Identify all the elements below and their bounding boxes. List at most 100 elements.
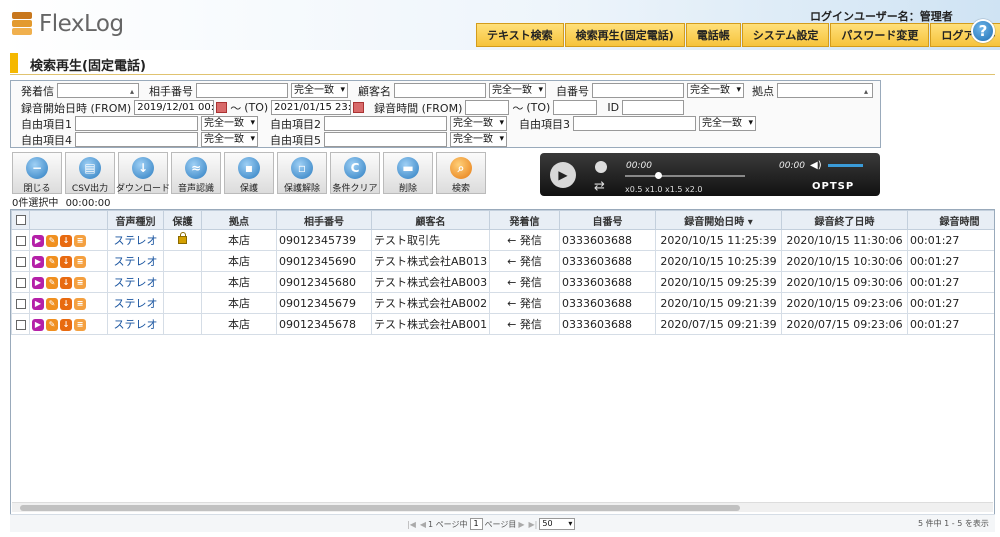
download-icon[interactable]: ↓: [60, 276, 72, 289]
nav-search-playback[interactable]: 検索再生(固定電話): [564, 23, 685, 47]
memo-icon[interactable]: ≡: [74, 234, 86, 247]
free4-match-select[interactable]: 完全一致: [201, 132, 258, 147]
first-page-icon[interactable]: |◀: [407, 520, 416, 529]
free5-input[interactable]: [324, 132, 447, 147]
col-header[interactable]: 自番号: [559, 210, 656, 230]
col-header[interactable]: 相手番号: [276, 210, 372, 230]
seek-bar[interactable]: [625, 175, 745, 177]
speed-options[interactable]: x0.5 x1.0 x1.5 x2.0: [625, 185, 702, 194]
free2-match-select[interactable]: 完全一致: [450, 116, 507, 131]
search-button[interactable]: ⌕ 検索: [436, 152, 486, 194]
table-row[interactable]: ▶ ✎ ↓ ≡ ステレオ 本店 09012345679 テスト株式会社AB002 ← 発信 033…: [11, 292, 994, 314]
duration-from-input[interactable]: [465, 100, 510, 115]
audio-type[interactable]: ステレオ: [107, 271, 164, 293]
help-icon[interactable]: ?: [971, 19, 995, 43]
close-button[interactable]: − 閉じる: [12, 152, 62, 194]
col-header[interactable]: 録音時間: [907, 210, 994, 230]
download-icon[interactable]: ↓: [60, 234, 72, 247]
nav-text-search[interactable]: テキスト検索: [476, 23, 564, 47]
stop-icon[interactable]: [595, 161, 607, 173]
col-header[interactable]: 拠点: [201, 210, 277, 230]
free2-input[interactable]: [324, 116, 447, 131]
caller-select[interactable]: [57, 83, 139, 98]
protect-button[interactable]: ▪ 保護: [224, 152, 274, 194]
last-page-icon[interactable]: ▶|: [529, 520, 538, 529]
nav-change-password[interactable]: パスワード変更: [830, 23, 930, 47]
play-icon[interactable]: ▶: [550, 162, 576, 188]
row-checkbox[interactable]: [11, 229, 30, 251]
table-row[interactable]: ▶ ✎ ↓ ≡ ステレオ 本店 09012345680 テスト株式会社AB003 ← 発信 033…: [11, 271, 994, 293]
table-row[interactable]: ▶ ✎ ↓ ≡ ステレオ 本店 09012345690 テスト株式会社AB013 ← 発信 033…: [11, 250, 994, 272]
download-icon[interactable]: ↓: [60, 297, 72, 310]
partner-input[interactable]: [196, 83, 288, 98]
play-icon[interactable]: ▶: [32, 276, 44, 289]
seek-handle[interactable]: [655, 172, 662, 179]
partner-match-select[interactable]: 完全一致: [291, 83, 348, 98]
prev-page-icon[interactable]: ◀: [420, 520, 426, 529]
free1-match-select[interactable]: 完全一致: [201, 116, 258, 131]
memo-icon[interactable]: ≡: [74, 276, 86, 289]
calendar-icon[interactable]: [216, 102, 228, 113]
play-icon[interactable]: ▶: [32, 234, 44, 247]
customer-match-select[interactable]: 完全一致: [489, 83, 546, 98]
per-page-select[interactable]: 50: [539, 518, 576, 530]
audio-type[interactable]: ステレオ: [107, 250, 164, 272]
calendar-icon[interactable]: [353, 102, 365, 113]
volume-icon[interactable]: ◀): [810, 160, 822, 171]
edit-icon[interactable]: ✎: [46, 234, 58, 247]
download-icon[interactable]: ↓: [60, 318, 72, 331]
table-row[interactable]: ▶ ✎ ↓ ≡ ステレオ 本店 09012345739 テスト取引先 ← 発信 033360368…: [11, 229, 994, 251]
row-checkbox[interactable]: [11, 271, 30, 293]
memo-icon[interactable]: ≡: [74, 297, 86, 310]
next-page-icon[interactable]: ▶: [518, 520, 524, 529]
horizontal-scrollbar[interactable]: [12, 502, 993, 512]
clear-conditions-button[interactable]: C 条件クリア: [330, 152, 380, 194]
memo-icon[interactable]: ≡: [74, 255, 86, 268]
play-icon[interactable]: ▶: [32, 318, 44, 331]
start-from-input[interactable]: 2019/12/01 00:00: [134, 100, 215, 115]
edit-icon[interactable]: ✎: [46, 276, 58, 289]
customer-input[interactable]: [394, 83, 486, 98]
row-checkbox[interactable]: [11, 313, 30, 335]
ownnum-input[interactable]: [592, 83, 684, 98]
row-checkbox[interactable]: [11, 250, 30, 272]
unprotect-button[interactable]: ▫ 保護解除: [277, 152, 327, 194]
download-button[interactable]: ↓ ダウンロード: [116, 152, 170, 194]
edit-icon[interactable]: ✎: [46, 255, 58, 268]
play-icon[interactable]: ▶: [32, 297, 44, 310]
row-checkbox[interactable]: [11, 292, 30, 314]
col-header[interactable]: 保護: [163, 210, 202, 230]
free4-input[interactable]: [75, 132, 198, 147]
col-header-sorted[interactable]: 録音開始日時 ▾: [655, 210, 782, 230]
memo-icon[interactable]: ≡: [74, 318, 86, 331]
select-all-checkbox[interactable]: [11, 210, 30, 230]
start-to-input[interactable]: 2021/01/15 23:59: [271, 100, 352, 115]
free5-match-select[interactable]: 完全一致: [450, 132, 507, 147]
delete-button[interactable]: ▬ 削除: [383, 152, 433, 194]
free3-match-select[interactable]: 完全一致: [699, 116, 756, 131]
voice-recognition-button[interactable]: ≈ 音声認識: [171, 152, 221, 194]
scroll-thumb[interactable]: [20, 505, 740, 511]
repeat-icon[interactable]: ⇄: [594, 179, 605, 194]
edit-icon[interactable]: ✎: [46, 318, 58, 331]
free3-input[interactable]: [573, 116, 696, 131]
download-icon[interactable]: ↓: [60, 255, 72, 268]
site-select[interactable]: [777, 83, 873, 98]
col-header[interactable]: 発着信: [489, 210, 560, 230]
id-input[interactable]: [622, 100, 685, 115]
audio-type[interactable]: ステレオ: [107, 313, 164, 335]
nav-phonebook[interactable]: 電話帳: [685, 23, 741, 47]
page-input[interactable]: 1: [469, 518, 483, 530]
col-header[interactable]: 録音終了日時: [781, 210, 908, 230]
col-header[interactable]: 顧客名: [371, 210, 490, 230]
edit-icon[interactable]: ✎: [46, 297, 58, 310]
nav-system-settings[interactable]: システム設定: [741, 23, 830, 47]
play-icon[interactable]: ▶: [32, 255, 44, 268]
audio-type[interactable]: ステレオ: [107, 229, 164, 251]
audio-type[interactable]: ステレオ: [107, 292, 164, 314]
col-header[interactable]: 音声種別: [107, 210, 164, 230]
ownnum-match-select[interactable]: 完全一致: [687, 83, 744, 98]
free1-input[interactable]: [75, 116, 198, 131]
duration-to-input[interactable]: [553, 100, 598, 115]
table-row[interactable]: ▶ ✎ ↓ ≡ ステレオ 本店 09012345678 テスト株式会社AB001 ← 発信 033…: [11, 313, 994, 335]
